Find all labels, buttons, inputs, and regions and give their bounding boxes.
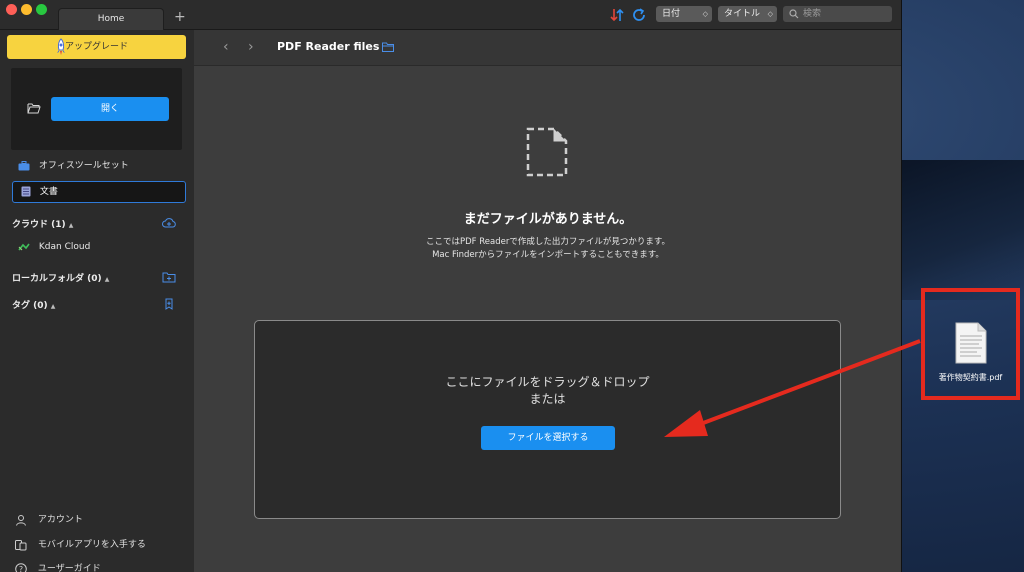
user-guide-link[interactable]: ? ユーザーガイド xyxy=(15,561,101,572)
svg-text:?: ? xyxy=(19,565,23,572)
sidebar: アップグレード 開く オフィスツールセット 文書 クラウド (1) ▲ Kdan… xyxy=(0,30,194,572)
person-icon xyxy=(16,514,26,526)
forward-arrow-icon[interactable]: › xyxy=(248,39,254,55)
select-chevron-icon: ◇ xyxy=(767,10,773,18)
search-input[interactable]: 検索 xyxy=(783,6,892,22)
rocket-icon xyxy=(57,38,65,55)
account-label: アカウント xyxy=(37,515,83,525)
tags-section-header[interactable]: タグ (0) ▲ xyxy=(12,298,55,311)
folder-open-icon xyxy=(27,103,41,114)
section-label: タグ (0) xyxy=(12,301,48,311)
add-folder-icon[interactable] xyxy=(162,271,176,283)
mobile-devices-icon xyxy=(15,539,27,550)
help-icon: ? xyxy=(15,562,27,572)
open-file-panel: 開く xyxy=(11,68,182,150)
desktop-file-label: 著作物契約書.pdf xyxy=(938,373,1003,382)
account-link[interactable]: アカウント xyxy=(15,512,83,526)
select-chevron-icon: ◇ xyxy=(702,10,708,18)
drop-line-1: ここにファイルをドラッグ＆ドロップ xyxy=(445,375,650,389)
collapse-caret-icon: ▲ xyxy=(50,303,56,310)
tab-home[interactable]: Home xyxy=(58,8,164,30)
mobile-app-link[interactable]: モバイルアプリを入手する xyxy=(15,537,146,551)
section-label: ローカルフォルダ (0) xyxy=(12,274,102,284)
mobile-app-label: モバイルアプリを入手する xyxy=(37,540,146,550)
drop-line-2: または xyxy=(529,392,566,406)
collapse-caret-icon: ▲ xyxy=(104,276,110,283)
search-icon xyxy=(789,9,799,19)
search-placeholder: 検索 xyxy=(803,9,822,19)
sidebar-item-kdan-cloud[interactable]: Kdan Cloud xyxy=(18,240,90,254)
toolbox-icon xyxy=(18,160,30,170)
upgrade-button[interactable]: アップグレード xyxy=(7,35,186,59)
sort-select-value: 日付 xyxy=(662,9,681,19)
empty-state-line-2: Mac Finderからファイルをインポートすることもできます。 xyxy=(432,250,664,260)
file-drop-zone[interactable]: ここにファイルをドラッグ＆ドロップ または ファイルを選択する xyxy=(254,320,841,519)
close-window-button[interactable] xyxy=(6,4,17,15)
add-tab-button[interactable]: + xyxy=(174,9,186,25)
sidebar-item-label: Kdan Cloud xyxy=(38,242,91,252)
empty-file-icon xyxy=(526,127,568,177)
cloud-section-header[interactable]: クラウド (1) ▲ xyxy=(12,217,73,230)
sidebar-item-label: オフィスツールセット xyxy=(38,161,129,171)
open-button[interactable]: 開く xyxy=(51,97,169,121)
choose-file-button[interactable]: ファイルを選択する xyxy=(481,426,615,450)
upgrade-label: アップグレード xyxy=(64,42,128,52)
zoom-window-button[interactable] xyxy=(36,4,47,15)
local-folder-section-header[interactable]: ローカルフォルダ (0) ▲ xyxy=(12,271,109,284)
main-content: ‹ › PDF Reader files まだファイルがありません。 ここではP… xyxy=(194,30,901,572)
app-window: Home + 日付 ◇ タイトル ◇ 検索 アップグレード 開く オフィスツール… xyxy=(0,0,902,572)
add-tag-icon[interactable] xyxy=(162,298,176,310)
title-select-value: タイトル xyxy=(724,9,761,19)
sort-by-date-select[interactable]: 日付 ◇ xyxy=(656,6,712,22)
document-list-icon xyxy=(21,186,31,197)
content-header: ‹ › PDF Reader files xyxy=(194,30,901,66)
drop-instructions: ここにファイルをドラッグ＆ドロップ または xyxy=(255,374,840,408)
minimize-window-button[interactable] xyxy=(21,4,32,15)
collapse-caret-icon: ▲ xyxy=(68,222,74,229)
title-bar: Home + 日付 ◇ タイトル ◇ 検索 xyxy=(0,0,901,30)
empty-state-title: まだファイルがありません。 xyxy=(463,212,633,227)
sidebar-item-documents[interactable]: 文書 xyxy=(12,181,186,203)
desktop-wallpaper-cliff xyxy=(900,160,1024,300)
add-cloud-icon[interactable] xyxy=(162,217,176,229)
folder-icon[interactable] xyxy=(382,42,394,52)
kdan-cloud-icon xyxy=(18,243,30,250)
pdf-file-icon[interactable] xyxy=(955,322,987,364)
empty-state-description: ここではPDF Readerで作成した出力ファイルが見つかります。 Mac Fi… xyxy=(194,236,901,262)
sync-icon[interactable] xyxy=(631,7,647,23)
empty-state-line-1: ここではPDF Readerで作成した出力ファイルが見つかります。 xyxy=(426,237,670,247)
user-guide-label: ユーザーガイド xyxy=(37,564,101,572)
page-title: PDF Reader files xyxy=(277,40,380,53)
section-label: クラウド (1) xyxy=(12,220,66,230)
sort-by-title-select[interactable]: タイトル ◇ xyxy=(718,6,777,22)
back-arrow-icon[interactable]: ‹ xyxy=(223,39,229,55)
sidebar-item-office-tools[interactable]: オフィスツールセット xyxy=(18,159,129,173)
sort-order-icon[interactable] xyxy=(609,7,625,23)
annotation-highlight-box: 著作物契約書.pdf xyxy=(921,288,1020,400)
sidebar-item-label: 文書 xyxy=(39,187,58,197)
